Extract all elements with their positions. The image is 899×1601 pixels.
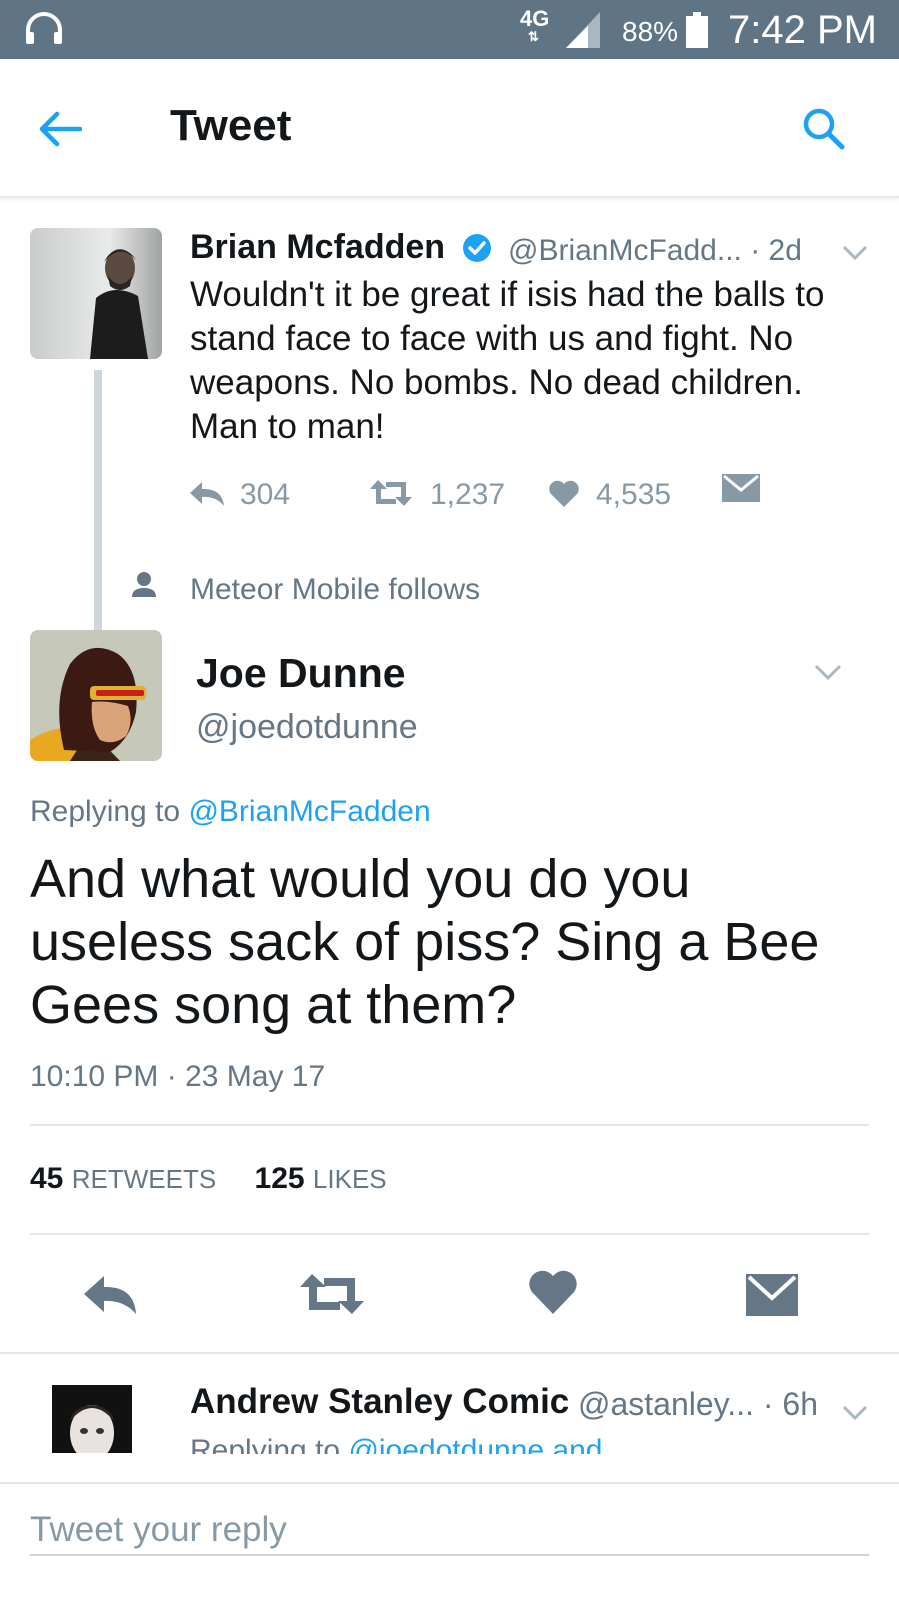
tweet-age: · 2d <box>750 234 802 267</box>
engagement-stats: 45 RETWEETS 125 LIKES <box>30 1162 417 1196</box>
tweet-age: · 6h <box>762 1386 818 1422</box>
chevron-down-icon[interactable] <box>842 1405 868 1421</box>
back-arrow-icon[interactable] <box>38 111 82 147</box>
avatar[interactable] <box>30 228 162 359</box>
thread-line <box>94 370 102 634</box>
battery-icon <box>686 12 708 48</box>
retweets-stat[interactable]: 45 RETWEETS <box>30 1162 246 1195</box>
reply-composer <box>0 1482 899 1601</box>
reply-icon[interactable] <box>82 1274 138 1316</box>
author-handle[interactable]: @joedotdunne <box>196 708 418 747</box>
tweet-text: Wouldn't it be great if isis had the bal… <box>190 275 825 446</box>
author-handle[interactable]: @astanley... · 6h <box>578 1386 818 1423</box>
likes-stat[interactable]: 125 LIKES <box>255 1162 417 1195</box>
divider <box>30 1233 869 1235</box>
reply-action[interactable]: 304 <box>188 478 290 512</box>
search-icon[interactable] <box>802 107 846 151</box>
author-name[interactable]: Andrew Stanley Comic <box>190 1382 569 1422</box>
author-handle[interactable]: @BrianMcFadd... · 2d <box>508 234 802 268</box>
like-count: 4,535 <box>596 478 672 511</box>
retweet-icon[interactable] <box>298 1272 366 1316</box>
chevron-down-icon[interactable] <box>842 245 868 261</box>
clock: 7:42 PM <box>728 8 877 52</box>
battery-percent: 88% <box>622 16 679 47</box>
page-title: Tweet <box>170 101 292 150</box>
author-name[interactable]: Joe Dunne <box>196 650 406 697</box>
chevron-down-icon[interactable] <box>814 664 842 682</box>
reply-input[interactable] <box>30 1506 869 1556</box>
status-bar: 4G ⇅ 88% 7:42 PM <box>0 0 899 59</box>
avatar[interactable] <box>52 1385 132 1453</box>
avatar[interactable] <box>30 630 162 761</box>
signal-icon <box>566 12 600 48</box>
replying-to: Replying to @joedotdunne and <box>190 1434 602 1454</box>
headset-icon <box>26 12 62 44</box>
divider <box>30 1124 869 1126</box>
social-context: Meteor Mobile follows <box>190 573 481 606</box>
reply-icon <box>190 482 224 506</box>
person-icon <box>132 572 156 597</box>
replying-to: Replying to @BrianMcFadden <box>30 795 431 828</box>
retweet-count: 1,237 <box>430 478 506 511</box>
tweet-text: And what would you do you useless sack o… <box>30 849 820 1035</box>
heart-icon <box>549 480 579 507</box>
heart-icon[interactable] <box>528 1270 578 1316</box>
divider <box>0 1352 899 1354</box>
retweet-icon <box>370 480 412 506</box>
mention-link[interactable]: @BrianMcFadden <box>188 795 430 828</box>
mention-link[interactable]: @joedotdunne and <box>348 1434 602 1454</box>
dm-envelope-icon[interactable] <box>746 1274 798 1316</box>
dm-envelope-icon[interactable] <box>722 474 760 502</box>
author-name[interactable]: Brian Mcfadden <box>190 228 445 267</box>
reply-count: 304 <box>240 478 291 511</box>
network-type: 4G ⇅ <box>520 6 550 44</box>
tweet-timestamp: 10:10 PM · 23 May 17 <box>30 1060 326 1093</box>
verified-badge-icon <box>463 234 491 262</box>
app-bar: Tweet <box>0 59 899 198</box>
like-action[interactable]: 4,535 <box>548 478 671 512</box>
retweet-action[interactable]: 1,237 <box>368 478 505 512</box>
